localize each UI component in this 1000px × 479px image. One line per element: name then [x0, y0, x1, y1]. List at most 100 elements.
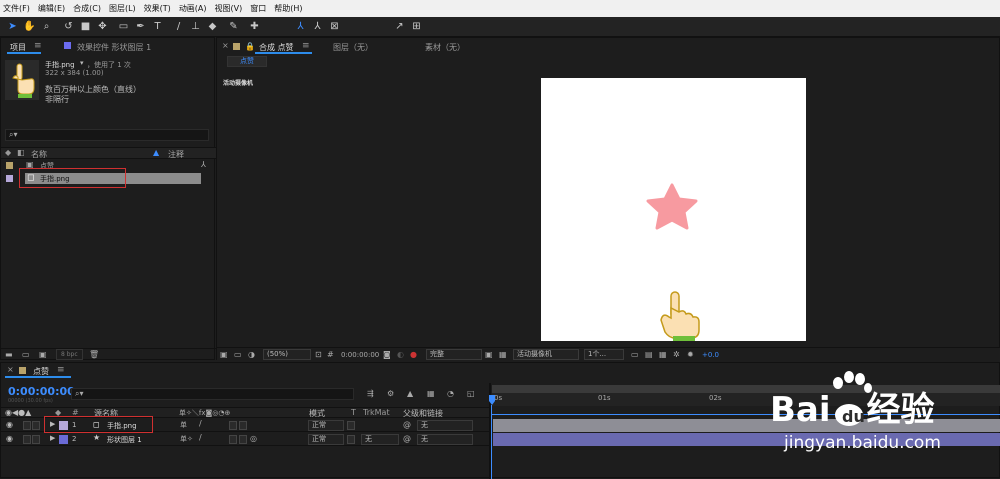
timeline-icon[interactable]: ▦ — [659, 350, 667, 359]
shy-switch-icon[interactable]: 单✧ — [180, 434, 193, 444]
menu-composition[interactable]: 合成(C) — [73, 3, 101, 14]
trkmat-header[interactable]: TrkMat — [363, 408, 390, 417]
resolution-select[interactable]: 完整 — [426, 349, 482, 360]
snap-option-icon[interactable]: ↗ — [393, 20, 406, 33]
motion-blur-toggle[interactable] — [239, 421, 247, 430]
project-menu-icon[interactable]: ≡ — [34, 41, 42, 51]
comp-mini-flowchart-icon[interactable]: ⇶ — [367, 389, 374, 398]
draft-3d-icon[interactable]: ⚙ — [387, 389, 394, 398]
brush-tool-icon[interactable]: / — [172, 20, 185, 33]
interpret-footage-icon[interactable]: ▬ — [5, 350, 13, 359]
asset-dropdown-icon[interactable]: ▾ — [80, 59, 84, 67]
menu-layer[interactable]: 图层(L) — [109, 3, 136, 14]
current-time[interactable]: 0:00:00:00 — [341, 351, 379, 359]
star-shape[interactable] — [644, 183, 700, 231]
snap-grid-icon[interactable]: ⊞ — [410, 20, 423, 33]
fast-preview-icon[interactable]: ▤ — [645, 350, 653, 359]
menu-view[interactable]: 视图(V) — [215, 3, 243, 14]
grid-icon[interactable]: # — [327, 350, 334, 359]
quality-switch-icon[interactable]: / — [199, 433, 202, 442]
shy-switch-icon[interactable]: 单 — [180, 420, 187, 430]
list-item[interactable]: ◻ 手指.png — [1, 168, 216, 188]
label-column-icon[interactable]: ◆ — [5, 148, 11, 157]
roi-icon[interactable]: ▣ — [485, 350, 493, 359]
type-tool-icon[interactable]: T — [151, 20, 164, 33]
composition-canvas[interactable] — [541, 78, 806, 341]
channel-icon[interactable]: ● — [410, 350, 417, 359]
menu-window[interactable]: 窗口 — [250, 3, 266, 14]
solo-toggle[interactable] — [32, 435, 40, 444]
effect-toggle[interactable] — [229, 421, 237, 430]
menu-help[interactable]: 帮助(H) — [274, 3, 302, 14]
exposure-value[interactable]: +0.0 — [702, 351, 719, 359]
clone-stamp-tool-icon[interactable]: ⊥ — [189, 20, 202, 33]
lock-icon[interactable]: 🔒 — [245, 42, 255, 51]
quality-switch-icon[interactable]: / — [199, 419, 202, 428]
comp-breadcrumb[interactable]: 点赞 — [227, 56, 267, 67]
timeline-menu-icon[interactable]: ≡ — [57, 365, 65, 375]
new-folder-icon[interactable]: ▭ — [22, 350, 30, 359]
motion-blur-icon[interactable]: ◔ — [447, 389, 454, 398]
type-column-icon[interactable]: ◧ — [17, 148, 25, 157]
blend-mode-select[interactable]: 正常 — [308, 420, 344, 431]
comment-column-header[interactable]: 注释 — [168, 149, 184, 160]
view-axis-icon[interactable]: ⊠ — [328, 20, 341, 33]
layer-name[interactable]: 形状图层 1 — [107, 435, 142, 445]
rectangle-tool-icon[interactable]: ▭ — [117, 20, 130, 33]
table-row[interactable]: ◉ ▶ 2 ★ 形状图层 1 单✧ / ◎ 正常 无 @ 无 — [1, 433, 489, 446]
eraser-tool-icon[interactable]: ◆ — [206, 20, 219, 33]
graph-editor-icon[interactable]: ◱ — [467, 389, 475, 398]
menu-effect[interactable]: 效果(T) — [144, 3, 171, 14]
snapshot-icon[interactable]: ◙ — [383, 350, 391, 359]
show-snapshot-icon[interactable]: ◐ — [397, 350, 404, 359]
pan-behind-tool-icon[interactable]: ✥ — [96, 20, 109, 33]
zoom-tool-icon[interactable]: ⌕ — [40, 20, 53, 33]
pickwhip-icon[interactable]: @ — [403, 434, 411, 443]
view-layout-select[interactable]: 1个... — [584, 349, 624, 360]
3d-layer-icon[interactable]: ◎ — [250, 434, 257, 443]
selection-tool-icon[interactable]: ➤ — [6, 20, 19, 33]
pickwhip-icon[interactable]: @ — [403, 420, 411, 429]
bit-depth-button[interactable]: 8 bpc — [56, 349, 83, 360]
timecode-display[interactable]: 0:00:00:00 — [8, 385, 75, 398]
preserve-transparency-toggle[interactable] — [347, 421, 355, 430]
menu-animation[interactable]: 动画(A) — [179, 3, 207, 14]
puppet-pin-tool-icon[interactable]: ✚ — [248, 20, 261, 33]
visibility-eye-icon[interactable]: ◉ — [6, 420, 13, 429]
monitor-icon[interactable]: ▭ — [234, 350, 242, 359]
solo-toggle[interactable] — [32, 421, 40, 430]
exposure-reset-icon[interactable]: ✹ — [687, 350, 694, 359]
expand-arrow-icon[interactable]: ▶ — [50, 434, 55, 442]
timeline-search-input[interactable]: ⌕▾ — [71, 388, 354, 400]
name-column-header[interactable]: 名称 — [31, 149, 47, 160]
always-preview-icon[interactable]: ▣ — [220, 350, 228, 359]
audio-toggle[interactable] — [23, 421, 31, 430]
mode-header[interactable]: 模式 — [309, 408, 325, 419]
close-tab-icon[interactable]: × — [222, 41, 229, 50]
menu-edit[interactable]: 编辑(E) — [38, 3, 65, 14]
close-tab-icon[interactable]: × — [7, 365, 14, 374]
region-icon[interactable]: ⊡ — [315, 350, 322, 359]
effect-toggle[interactable] — [229, 435, 237, 444]
hand-tool-icon[interactable]: ✋ — [23, 20, 36, 33]
parent-header[interactable]: 父级和链接 — [403, 408, 443, 419]
transparency-grid-icon[interactable]: ▦ — [499, 350, 507, 359]
tab-effect-controls[interactable]: 效果控件 形状图层 1 — [77, 42, 151, 53]
hide-shy-icon[interactable]: ▲ — [407, 389, 413, 398]
camera-select[interactable]: 活动摄像机 — [513, 349, 579, 360]
flowchart-icon[interactable]: ⅄ — [201, 160, 206, 169]
local-axis-icon[interactable]: ⅄ — [294, 20, 307, 33]
rotate-tool-icon[interactable]: ↺ — [62, 20, 75, 33]
frame-blending-icon[interactable]: ▦ — [427, 389, 435, 398]
trash-icon[interactable]: 🗑 — [89, 350, 99, 359]
flowchart-view-icon[interactable]: ✲ — [673, 350, 680, 359]
blend-mode-select[interactable]: 正常 — [308, 434, 344, 445]
roto-brush-tool-icon[interactable]: ✎ — [227, 20, 240, 33]
pen-tool-icon[interactable]: ✒ — [134, 20, 147, 33]
mask-visibility-icon[interactable]: ◑ — [248, 350, 255, 359]
tab-layer[interactable]: 图层（无） — [333, 42, 373, 53]
zoom-select[interactable]: (50%) — [263, 349, 311, 360]
tab-footage[interactable]: 素材（无） — [425, 42, 465, 53]
pixel-aspect-icon[interactable]: ▭ — [631, 350, 639, 359]
sort-up-icon[interactable]: ▲ — [153, 148, 159, 157]
